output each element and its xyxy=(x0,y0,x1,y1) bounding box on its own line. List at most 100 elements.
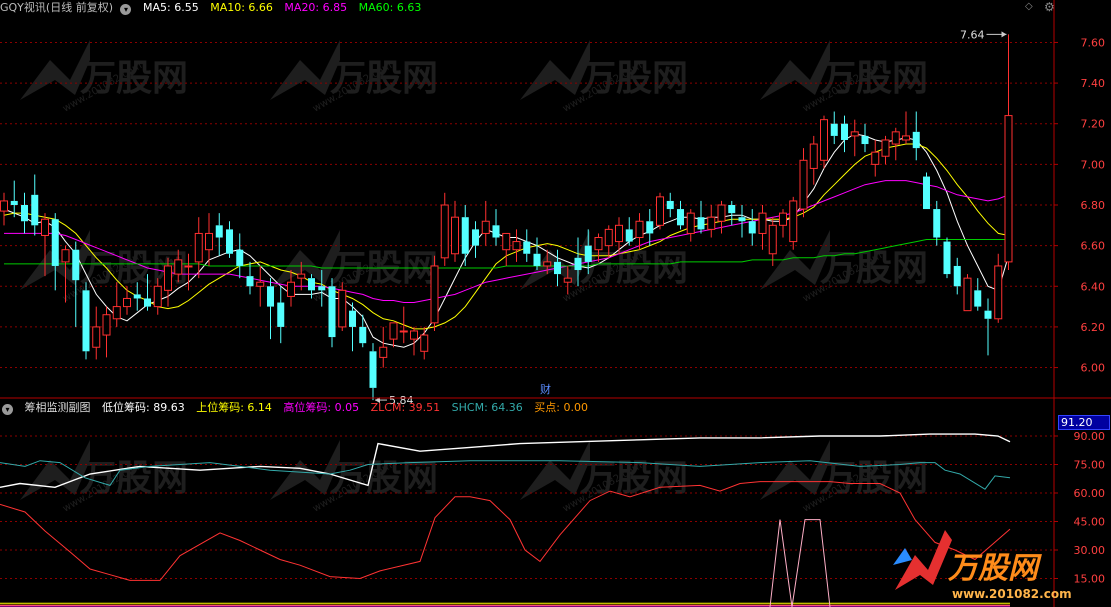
candle xyxy=(789,196,798,250)
candle xyxy=(686,209,695,242)
candle-body xyxy=(697,217,705,230)
candle-body xyxy=(21,205,28,222)
candle xyxy=(891,127,900,161)
candle xyxy=(841,115,848,153)
price-tick-label: 7.00 xyxy=(1081,158,1106,171)
candle xyxy=(0,192,8,226)
candle-body xyxy=(246,276,254,287)
indicator-tick-label: 15.00 xyxy=(1074,573,1106,586)
candle-body xyxy=(748,221,756,234)
candle xyxy=(92,306,101,360)
high-pointer-arrow xyxy=(1001,31,1007,38)
candle-body xyxy=(656,196,664,226)
candle xyxy=(809,135,818,185)
sub-chart-menu-toggle[interactable]: ▾ xyxy=(2,404,13,415)
candle-body xyxy=(861,135,869,145)
candle xyxy=(256,265,265,307)
candle-body xyxy=(440,204,449,259)
candle xyxy=(707,205,716,238)
candle-body xyxy=(451,216,459,255)
logo-url: www.201082.com xyxy=(952,587,1072,601)
candle-body xyxy=(410,330,418,340)
candle-body xyxy=(799,159,808,210)
candle xyxy=(656,192,664,230)
buy-point-legend: 买点: 0.00 xyxy=(534,401,588,414)
candle xyxy=(512,229,521,262)
candle-body xyxy=(389,322,398,340)
candle-body xyxy=(604,228,613,247)
candle-body xyxy=(492,225,500,238)
candle-body xyxy=(31,194,39,226)
candle-body xyxy=(328,286,336,338)
logo-brand: 万股网 xyxy=(947,551,1042,586)
candle xyxy=(379,326,388,368)
candle-body xyxy=(226,229,233,254)
candle-body xyxy=(297,273,306,279)
main-chart-title: GQY视讯(日线 前复权) xyxy=(0,1,113,14)
candle-body xyxy=(308,278,315,291)
main-chart-menu-toggle[interactable]: ▾ xyxy=(120,4,132,15)
price-tick-label: 7.20 xyxy=(1081,118,1106,131)
candle-body xyxy=(472,229,479,246)
candle-body xyxy=(850,131,859,137)
candle-body xyxy=(481,220,490,234)
candle-body xyxy=(686,212,695,234)
price-tick-label: 6.40 xyxy=(1081,280,1106,293)
candle xyxy=(974,278,982,311)
price-tick-label: 7.40 xyxy=(1081,77,1106,90)
candle-body xyxy=(738,217,746,222)
high-price-label: 7.64 xyxy=(960,28,985,41)
watermark-mark: 万股网www.201082.com xyxy=(20,440,188,515)
price-tick-label: 7.60 xyxy=(1081,36,1106,49)
candle xyxy=(451,200,459,262)
candle-body xyxy=(318,286,326,291)
candle-body xyxy=(144,298,151,307)
candle-body xyxy=(923,176,930,210)
candle xyxy=(236,233,244,279)
candle xyxy=(943,237,951,279)
candle xyxy=(953,257,961,295)
candle-body xyxy=(92,326,101,348)
current-value-box: 91.20 xyxy=(1058,415,1110,430)
candle-body xyxy=(594,237,603,251)
candle-body xyxy=(236,249,244,266)
candle xyxy=(246,261,254,295)
watermark-mark: 万股网www.201082.com xyxy=(760,440,928,515)
sub-chart-title: 筹相监测副图 xyxy=(24,401,91,414)
candle-body xyxy=(635,220,644,239)
candle xyxy=(850,119,859,157)
candle xyxy=(205,213,213,266)
main-chart-header: GQY视讯(日线 前复权) ▾ MA5: 6.55 MA10: 6.66 MA2… xyxy=(0,0,429,16)
settings-icon[interactable]: ⚙ xyxy=(1044,0,1058,14)
event-marker-label: 财 xyxy=(540,382,551,396)
candle-body xyxy=(10,200,18,205)
candle-body xyxy=(717,204,726,222)
high-chip-legend: 高位筹码: 0.05 xyxy=(283,401,360,414)
candle xyxy=(625,217,633,246)
ma5-legend: MA5: 6.55 xyxy=(142,1,199,14)
candle xyxy=(51,213,59,291)
candle-body xyxy=(728,205,736,214)
ma60-legend: MA60: 6.63 xyxy=(358,1,422,14)
candle xyxy=(123,286,131,315)
candle xyxy=(502,232,511,266)
candle xyxy=(440,192,449,266)
candle-body xyxy=(359,326,367,344)
price-tick-label: 6.20 xyxy=(1081,321,1106,334)
candle-body xyxy=(820,119,828,161)
candle xyxy=(215,213,223,256)
candle-body xyxy=(430,265,439,324)
candle-body xyxy=(943,241,951,275)
candle-body xyxy=(51,219,59,266)
upper-chip-legend: 上位筹码: 6.14 xyxy=(196,401,272,414)
candle-body xyxy=(871,151,880,165)
indicator-tick-label: 90.00 xyxy=(1074,430,1106,443)
candle-body xyxy=(830,123,838,136)
candle-body xyxy=(0,200,8,212)
indicator-tick-label: 60.00 xyxy=(1074,487,1106,500)
candle xyxy=(102,306,111,358)
candle-body xyxy=(789,200,798,243)
candle-body xyxy=(963,277,972,312)
candle xyxy=(481,200,490,246)
candle-body xyxy=(891,131,900,145)
